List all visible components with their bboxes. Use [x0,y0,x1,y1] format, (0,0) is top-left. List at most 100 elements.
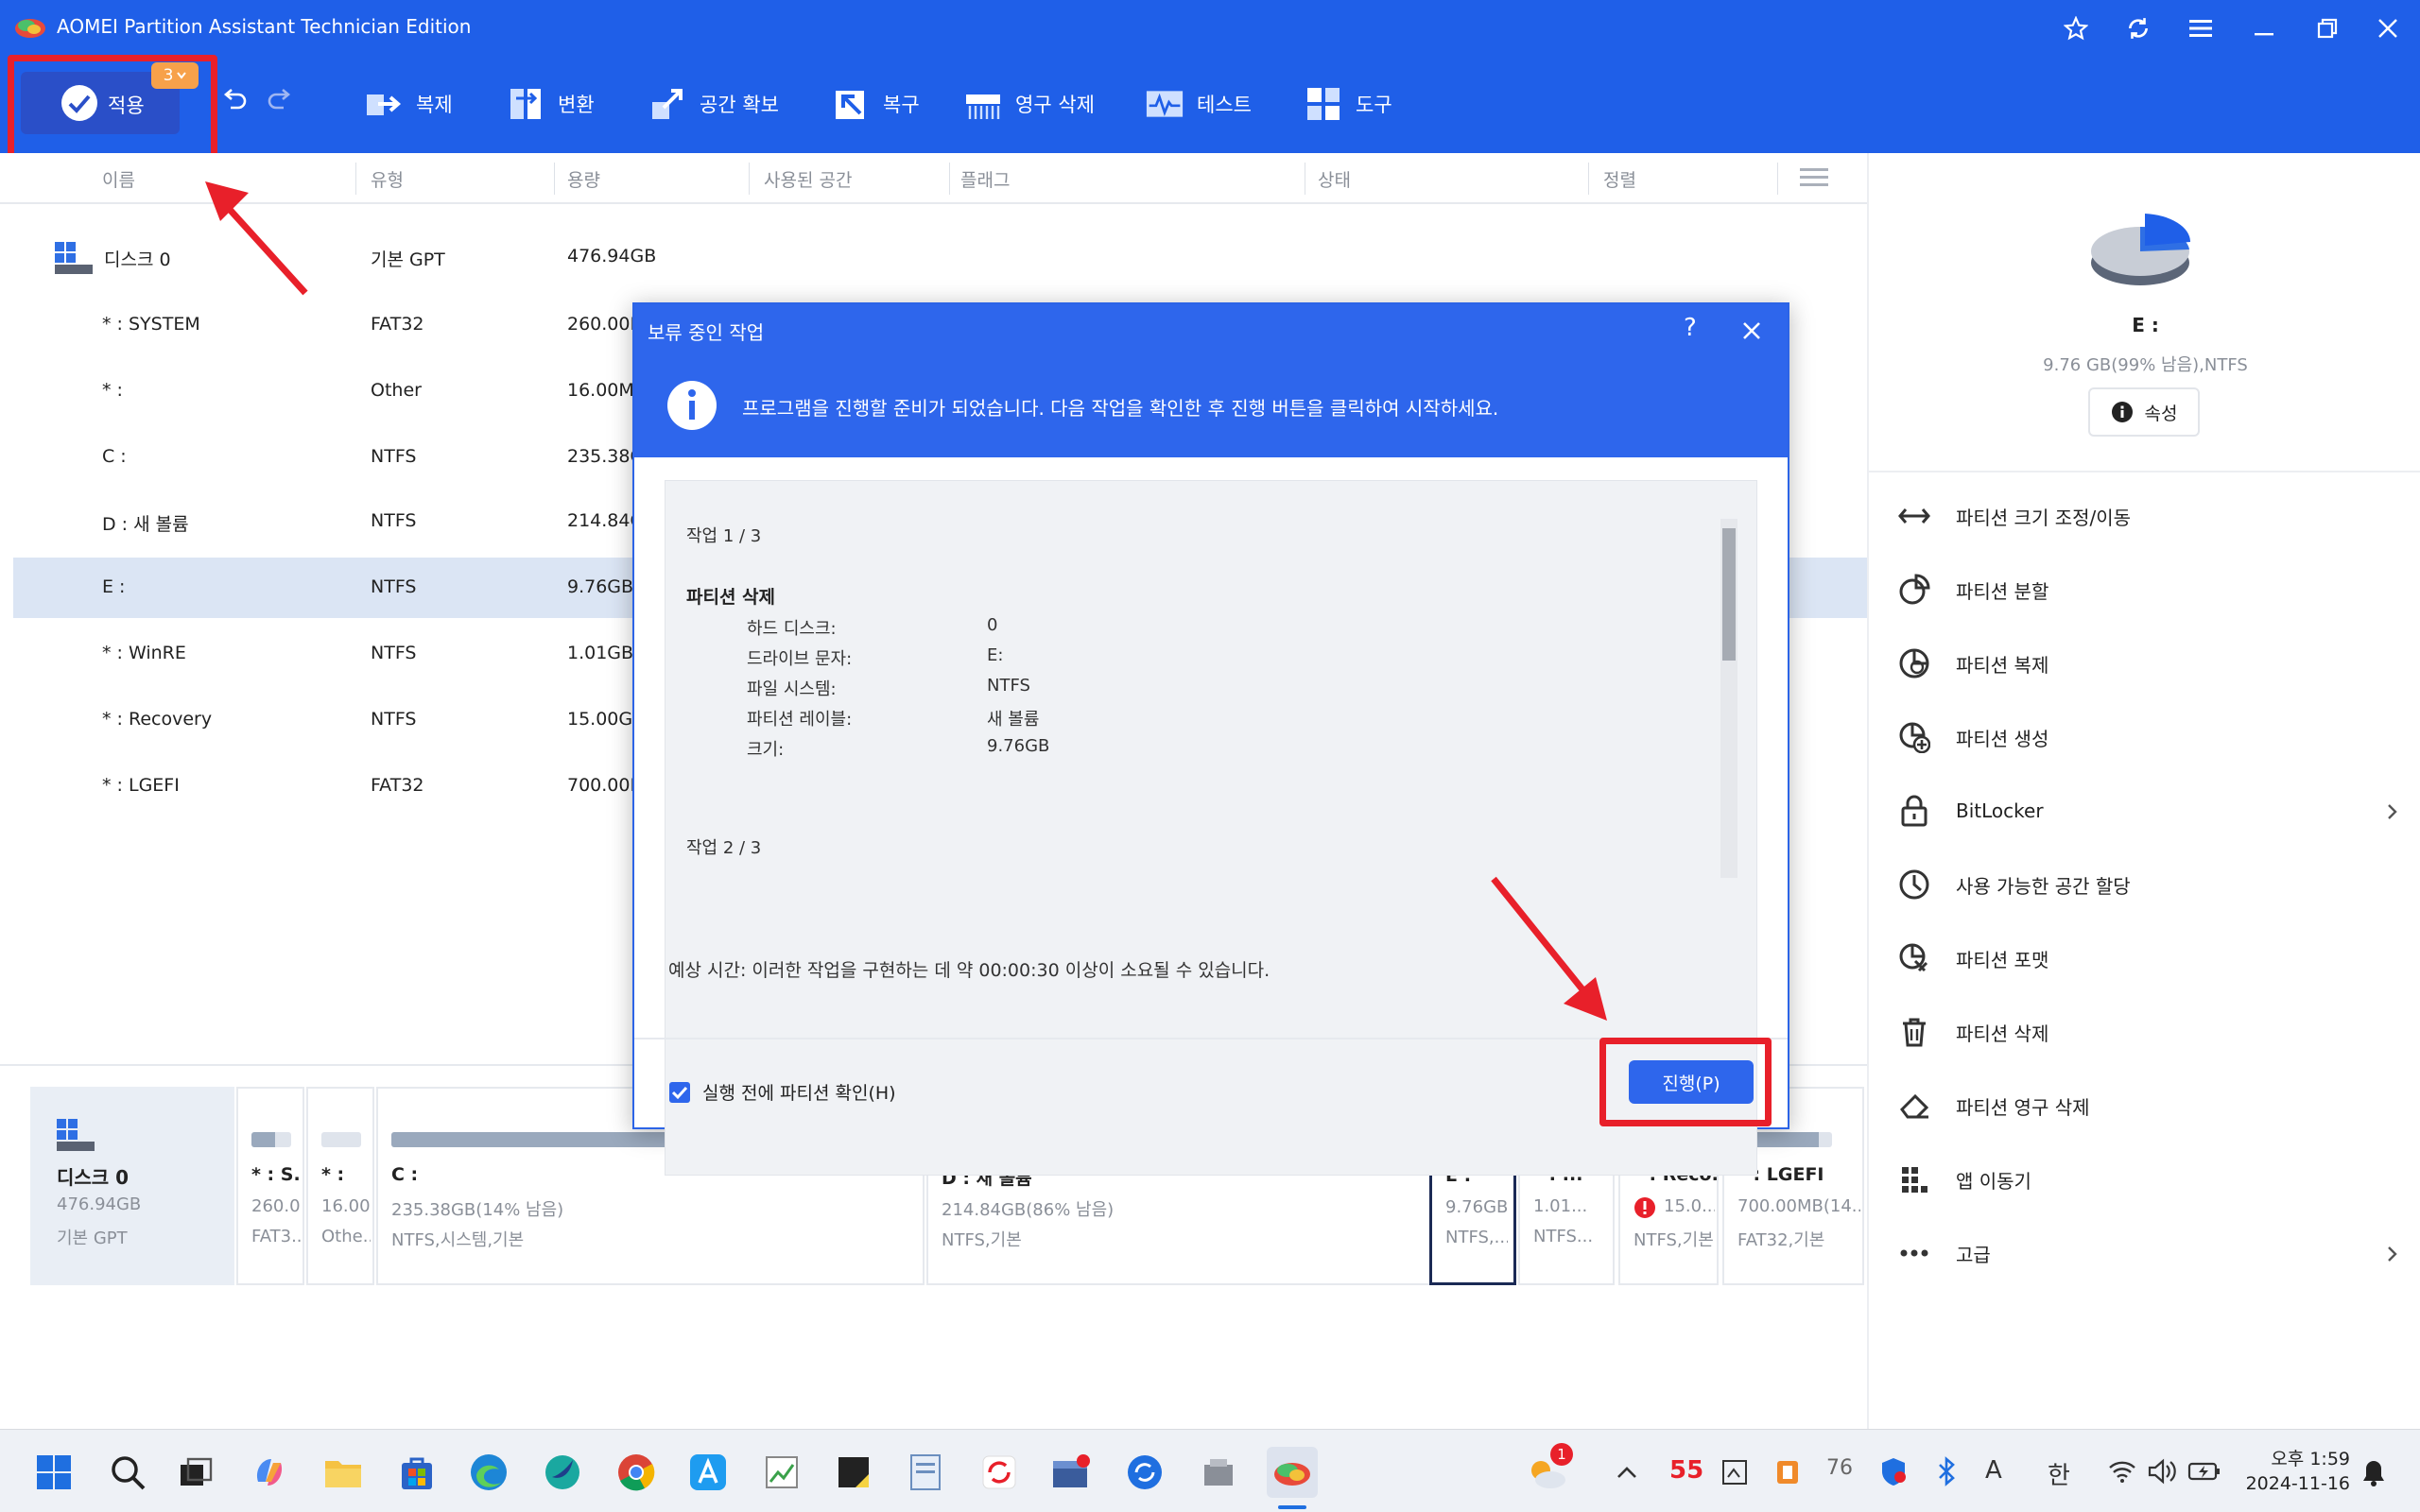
partition-block-size: 9.76GB(... [1445,1197,1508,1217]
op-advanced[interactable]: 고급 [1895,1225,2406,1281]
tool-wipe[interactable]: 영구 삭제 [964,81,1095,127]
highlight-box-apply [8,55,217,163]
wifi-icon[interactable] [2108,1460,2136,1483]
edge-icon[interactable] [463,1447,514,1498]
usage-fill [321,1132,361,1147]
op-wipe[interactable]: 파티션 영구 삭제 [1895,1077,2090,1134]
column-header-name[interactable]: 이름 [102,166,135,192]
redo-icon[interactable] [261,79,299,117]
notification-bell-icon[interactable] [2361,1458,2386,1486]
tool-free-space[interactable]: 공간 확보 [648,81,779,127]
app-calendar-icon[interactable] [1046,1447,1097,1498]
restore-icon[interactable] [2308,9,2346,47]
clock-time[interactable]: 오후 1:59 [2246,1445,2350,1470]
search-icon[interactable] [102,1447,153,1498]
column-header-type[interactable]: 유형 [371,166,404,192]
column-header-capacity[interactable]: 용량 [567,166,600,192]
chrome-icon[interactable] [611,1447,662,1498]
column-divider[interactable] [1777,163,1778,195]
chevron-right-icon [2388,1246,2397,1262]
partition-block[interactable]: * : 16.00... Othe... [306,1087,374,1285]
op-split[interactable]: 파티션 분할 [1895,561,2048,618]
partition-block-name: * : [321,1164,345,1185]
partition-name: * : LGEFI [102,775,180,796]
office-icon[interactable] [1773,1458,1802,1486]
favorite-star-icon[interactable] [2057,9,2095,47]
detail-value: 새 볼륨 [987,710,1040,730]
column-divider[interactable] [749,163,750,195]
minimize-icon[interactable] [2246,9,2284,47]
app-chart-icon[interactable] [756,1447,807,1498]
tool-recover[interactable]: 복구 [832,81,920,127]
column-divider[interactable] [949,163,950,195]
app-document-icon[interactable] [900,1447,951,1498]
task-view-icon[interactable] [170,1447,221,1498]
app-remote-icon[interactable] [1119,1447,1170,1498]
undo-icon[interactable] [216,79,253,117]
usage-fill [251,1132,276,1147]
partition-block[interactable]: * : S... 260.0... FAT3... [236,1087,304,1285]
menu-icon[interactable] [2182,9,2220,47]
dialog-close-icon[interactable] [1742,321,1761,340]
tray-temp[interactable]: 76 [1826,1456,1853,1480]
column-settings-icon[interactable] [1800,166,1828,189]
detail-label: 파일 시스템: [747,679,837,699]
clock-date[interactable]: 2024-11-16 [2227,1473,2350,1494]
app-sync-icon[interactable] [974,1447,1025,1498]
column-header-flag[interactable]: 플래그 [960,166,1010,192]
copilot-icon[interactable] [244,1447,295,1498]
disk-map-disk-card[interactable]: 디스크 0 476.94GB 기본 GPT [30,1087,234,1285]
op-label: 파티션 분할 [1956,579,2049,603]
column-divider[interactable] [1588,163,1589,195]
wipe-icon [964,85,1002,123]
scrollbar-track[interactable] [1720,519,1737,878]
op-allocate-space[interactable]: 사용 가능한 공간 할당 [1895,856,2131,913]
task-list[interactable]: 작업 1 / 3 파티션 삭제 하드 디스크: 0 드라이브 문자: E: 파일… [665,480,1757,1176]
help-icon[interactable]: ? [1684,314,1697,342]
column-divider[interactable] [355,163,356,195]
tool-clone[interactable]: 복제 [365,81,453,127]
op-resize-move[interactable]: 파티션 크기 조정/이동 [1895,488,2131,544]
column-header-status[interactable]: 상태 [1318,166,1351,192]
sticky-notes-icon[interactable] [828,1447,879,1498]
column-divider[interactable] [554,163,555,195]
tray-app-icon[interactable] [1720,1458,1749,1486]
tool-test[interactable]: 테스트 [1146,81,1252,127]
op-format[interactable]: 파티션 포맷 [1895,930,2048,987]
op-create[interactable]: 파티션 생성 [1895,709,2048,765]
checkbox-checked-icon[interactable] [668,1081,691,1104]
column-header-alignment[interactable]: 정렬 [1603,166,1636,192]
app-tool-icon[interactable] [1193,1447,1244,1498]
store-icon[interactable] [391,1447,442,1498]
volume-icon[interactable] [2148,1458,2176,1485]
partition-block-fs: FAT32,기본 [1737,1230,1825,1250]
refresh-icon[interactable] [2119,9,2157,47]
verify-partition-checkbox[interactable]: 실행 전에 파티션 확인(H) [668,1079,896,1105]
op-app-mover[interactable]: 앱 이동기 [1895,1151,2031,1208]
tool-convert[interactable]: 변환 [507,81,595,127]
tool-tools[interactable]: 도구 [1305,81,1392,127]
battery-icon[interactable] [2187,1460,2221,1483]
properties-button[interactable]: 속성 [2088,387,2200,437]
op-label: 파티션 크기 조정/이동 [1956,506,2132,529]
estimate-text: 예상 시간: 이러한 작업을 구현하는 데 약 00:00:30 이상이 소요될… [668,960,1270,981]
ime-language[interactable]: 한 [2048,1456,2070,1491]
scrollbar-thumb[interactable] [1722,528,1736,661]
column-header-used[interactable]: 사용된 공간 [764,166,852,192]
aomei-taskbar-icon[interactable] [1267,1447,1318,1498]
app-mover-icon [1895,1160,1933,1198]
file-explorer-icon[interactable] [318,1447,369,1498]
security-shield-icon[interactable] [1879,1456,1908,1486]
op-delete[interactable]: 파티션 삭제 [1895,1004,2048,1060]
close-icon[interactable] [2369,9,2407,47]
tray-number[interactable]: 55 [1669,1456,1703,1485]
bluetooth-icon[interactable] [1936,1456,1957,1486]
ime-mode[interactable]: A [1985,1456,2002,1485]
op-bitlocker[interactable]: BitLocker [1895,782,2406,839]
partition-block-fs: NTFS,... [1445,1228,1508,1247]
start-icon[interactable] [28,1447,79,1498]
app-bird-icon[interactable] [537,1447,588,1498]
op-clone[interactable]: 파티션 복제 [1895,635,2048,692]
app-a-icon[interactable] [683,1447,734,1498]
chevron-up-icon[interactable] [1616,1466,1637,1479]
